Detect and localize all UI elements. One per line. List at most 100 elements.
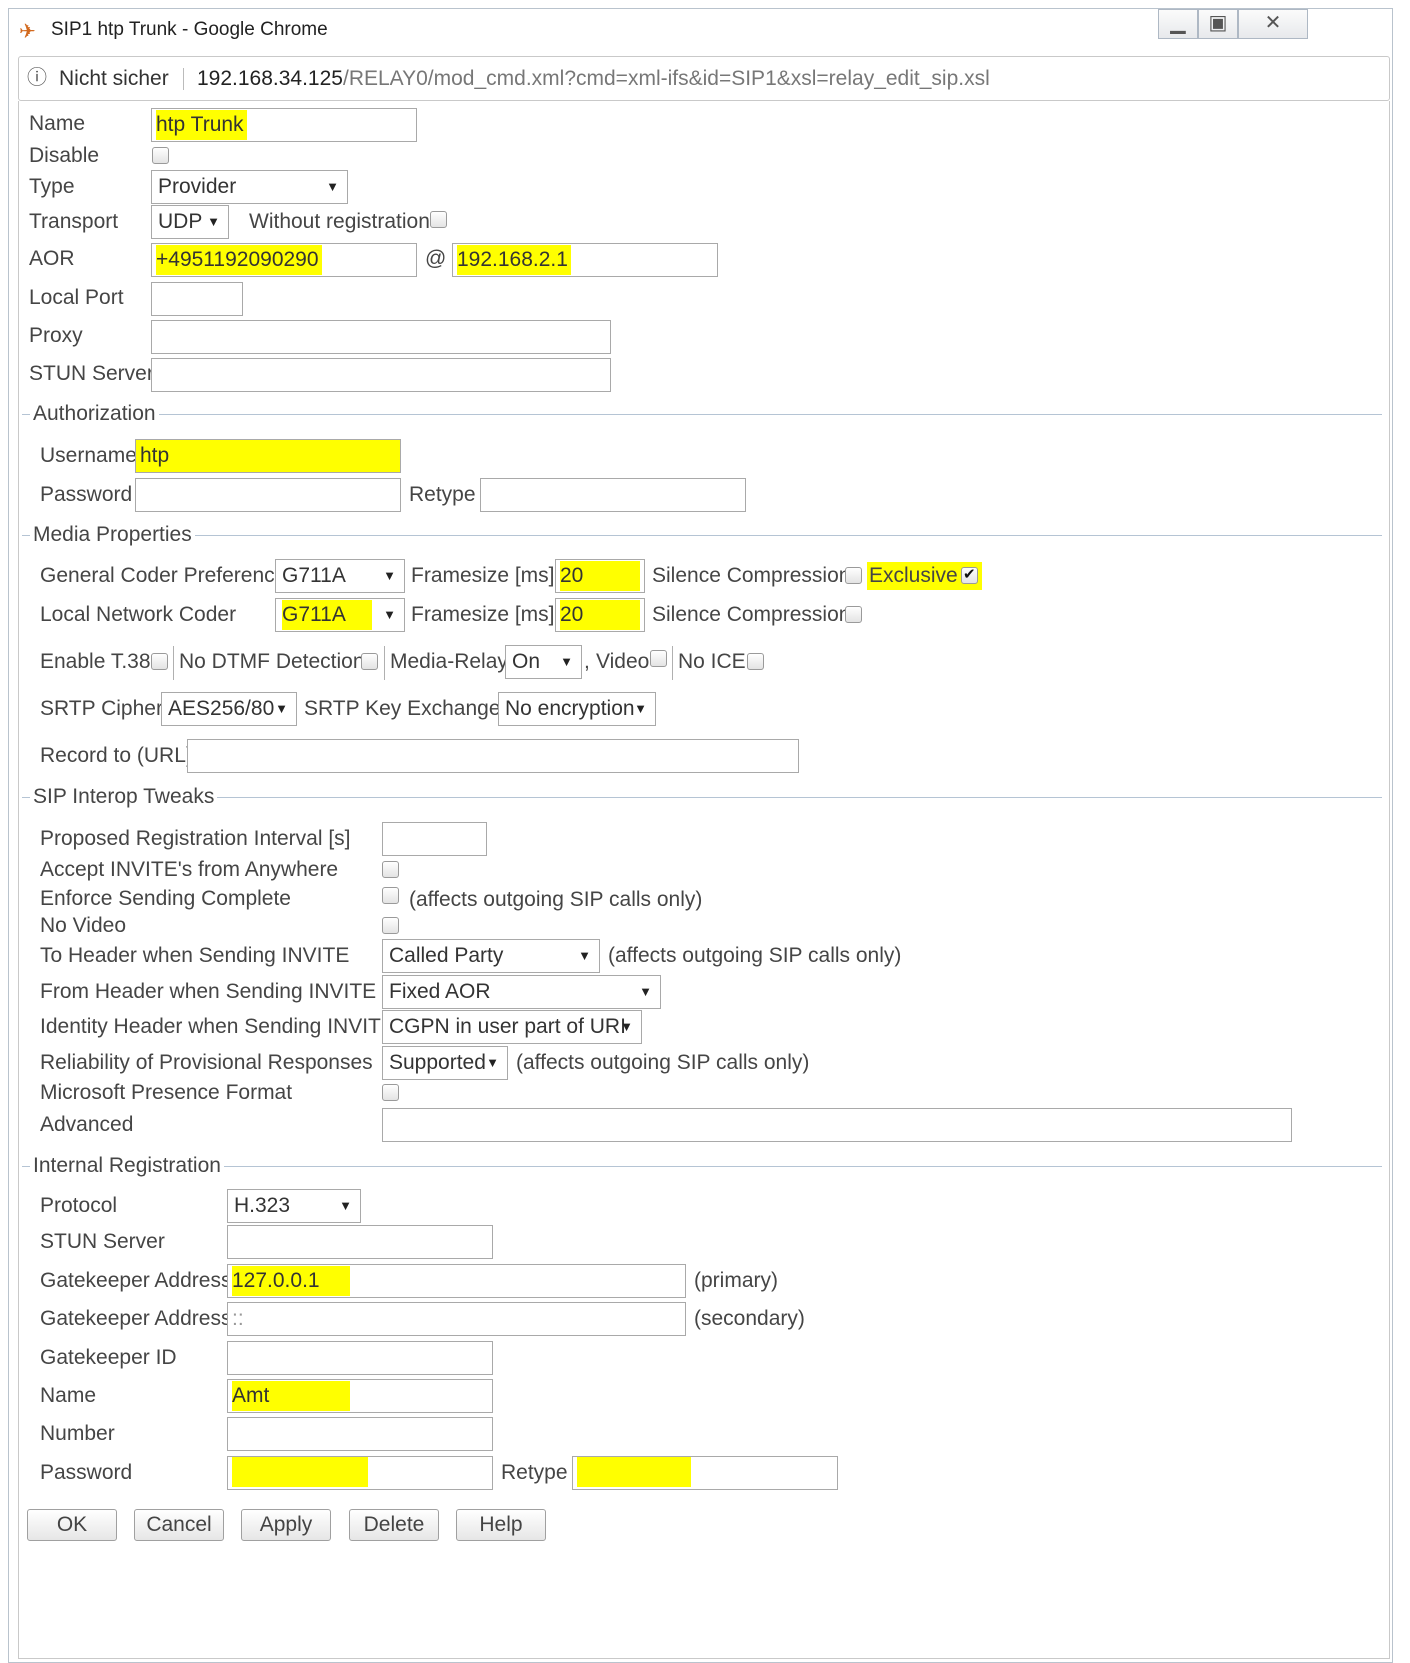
local-coder-label: Local Network Coder bbox=[40, 603, 237, 626]
no-ice-checkbox[interactable] bbox=[747, 653, 764, 670]
username-input[interactable]: htp bbox=[135, 439, 401, 473]
media-relay-select[interactable]: On ▼ bbox=[505, 645, 582, 679]
ok-button[interactable]: OK bbox=[27, 1509, 117, 1541]
from-header-select[interactable]: Fixed AOR ▼ bbox=[382, 975, 661, 1009]
url-path: /RELAY0/mod_cmd.xml?cmd=xml-ifs&id=SIP1&… bbox=[342, 67, 990, 90]
srtp-key-value: No encryption bbox=[505, 697, 635, 720]
identity-header-select[interactable]: CGPN in user part of URI ▼ bbox=[382, 1010, 642, 1044]
chevron-down-icon: ▼ bbox=[634, 701, 647, 716]
ir-name-input[interactable]: Amt bbox=[227, 1379, 493, 1413]
retype-input[interactable] bbox=[480, 478, 746, 512]
local-framesize-input[interactable]: 20 bbox=[555, 598, 645, 632]
media-legend: Media Properties bbox=[30, 523, 195, 547]
disable-label: Disable bbox=[29, 144, 100, 167]
stun-server-input[interactable] bbox=[151, 358, 611, 392]
chevron-down-icon: ▼ bbox=[560, 654, 573, 669]
proxy-input[interactable] bbox=[151, 320, 611, 354]
without-registration-label: Without registration bbox=[249, 210, 430, 233]
type-label: Type bbox=[29, 175, 75, 198]
no-video-checkbox[interactable] bbox=[382, 917, 399, 934]
reliability-note: (affects outgoing SIP calls only) bbox=[516, 1051, 810, 1074]
aor-host-value: 192.168.2.1 bbox=[457, 245, 571, 275]
accept-invite-label: Accept INVITE's from Anywhere bbox=[40, 858, 339, 881]
chevron-down-icon: ▼ bbox=[578, 948, 591, 963]
aor-user-input[interactable]: +4951192090290 bbox=[151, 243, 417, 277]
t38-checkbox[interactable] bbox=[151, 653, 168, 670]
at-sign: @ bbox=[425, 247, 447, 270]
info-icon[interactable]: ⓘ bbox=[27, 57, 47, 100]
username-value: htp bbox=[140, 444, 170, 467]
general-silence-checkbox[interactable] bbox=[845, 567, 862, 584]
interop-legend: SIP Interop Tweaks bbox=[30, 785, 218, 809]
ir-retype-highlight bbox=[577, 1457, 691, 1487]
help-button[interactable]: Help bbox=[456, 1509, 546, 1541]
url-text[interactable]: 192.168.34.125/RELAY0/mod_cmd.xml?cmd=xm… bbox=[197, 57, 990, 100]
chevron-down-icon: ▼ bbox=[486, 1055, 499, 1070]
type-value: Provider bbox=[158, 175, 237, 198]
to-header-label: To Header when Sending INVITE bbox=[40, 944, 350, 967]
reg-interval-label: Proposed Registration Interval [s] bbox=[40, 827, 351, 850]
maximize-button[interactable]: ▣ bbox=[1198, 9, 1238, 39]
reliability-select[interactable]: Supported ▼ bbox=[382, 1046, 508, 1080]
enforce-note: (affects outgoing SIP calls only) bbox=[409, 888, 703, 911]
app-icon: ✈ bbox=[19, 21, 36, 43]
enforce-checkbox[interactable] bbox=[382, 887, 399, 904]
disable-checkbox[interactable] bbox=[152, 147, 169, 164]
gk-id-input[interactable] bbox=[227, 1341, 493, 1375]
security-label[interactable]: Nicht sicher bbox=[59, 57, 169, 100]
cancel-button[interactable]: Cancel bbox=[134, 1509, 224, 1541]
reliability-value: Supported bbox=[389, 1051, 486, 1074]
chevron-down-icon: ▼ bbox=[275, 701, 288, 716]
gk-primary-value: 127.0.0.1 bbox=[232, 1266, 350, 1296]
general-framesize-input[interactable]: 20 bbox=[555, 559, 645, 593]
no-ice-label: No ICE bbox=[678, 650, 746, 673]
transport-select[interactable]: UDP ▼ bbox=[151, 205, 229, 239]
general-coder-select[interactable]: G711A ▼ bbox=[275, 559, 405, 593]
address-bar[interactable]: ⓘ Nicht sicher 192.168.34.125/RELAY0/mod… bbox=[18, 56, 1390, 101]
ir-password-input[interactable] bbox=[227, 1456, 493, 1490]
secondary-note: (secondary) bbox=[694, 1307, 805, 1330]
ms-presence-checkbox[interactable] bbox=[382, 1084, 399, 1101]
record-url-input[interactable] bbox=[187, 739, 799, 773]
gk-primary-input[interactable]: 127.0.0.1 bbox=[227, 1264, 686, 1298]
local-port-input[interactable] bbox=[151, 282, 243, 316]
delete-button[interactable]: Delete bbox=[349, 1509, 439, 1541]
number-input[interactable] bbox=[227, 1417, 493, 1451]
no-dtmf-checkbox[interactable] bbox=[361, 653, 378, 670]
apply-button[interactable]: Apply bbox=[241, 1509, 331, 1541]
local-coder-select[interactable]: G711A ▼ bbox=[275, 598, 405, 632]
identity-header-value: CGPN in user part of URI bbox=[389, 1015, 626, 1038]
general-framesize-value: 20 bbox=[560, 561, 640, 591]
local-silence-checkbox[interactable] bbox=[845, 606, 862, 623]
srtp-key-select[interactable]: No encryption ▼ bbox=[498, 692, 656, 726]
minimize-button[interactable]: ▁ bbox=[1158, 9, 1198, 39]
authorization-divider bbox=[22, 414, 1382, 416]
chevron-down-icon: ▼ bbox=[383, 568, 396, 583]
reliability-label: Reliability of Provisional Responses bbox=[40, 1051, 373, 1074]
aor-host-input[interactable]: 192.168.2.1 bbox=[452, 243, 718, 277]
reg-interval-input[interactable] bbox=[382, 822, 487, 856]
ir-retype-input[interactable] bbox=[572, 1456, 838, 1490]
accept-invite-checkbox[interactable] bbox=[382, 861, 399, 878]
type-select[interactable]: Provider ▼ bbox=[151, 170, 348, 204]
no-video-label: No Video bbox=[40, 914, 127, 937]
gk-secondary-input[interactable]: :: bbox=[227, 1302, 686, 1336]
advanced-label: Advanced bbox=[40, 1113, 134, 1136]
name-input[interactable]: htp Trunk bbox=[151, 108, 417, 142]
video-checkbox[interactable] bbox=[650, 650, 667, 667]
aor-label: AOR bbox=[29, 247, 75, 270]
password-input[interactable] bbox=[135, 478, 401, 512]
interop-divider bbox=[22, 797, 1382, 799]
ir-stun-input[interactable] bbox=[227, 1225, 493, 1259]
without-registration-checkbox[interactable] bbox=[430, 211, 447, 228]
gk-id-label: Gatekeeper ID bbox=[40, 1346, 177, 1369]
protocol-select[interactable]: H.323 ▼ bbox=[227, 1189, 361, 1223]
exclusive-checkbox[interactable] bbox=[961, 565, 978, 584]
separator bbox=[173, 646, 174, 680]
advanced-input[interactable] bbox=[382, 1108, 1292, 1142]
ir-stun-label: STUN Server bbox=[40, 1230, 165, 1253]
srtp-cipher-select[interactable]: AES256/80 ▼ bbox=[161, 692, 297, 726]
to-header-select[interactable]: Called Party ▼ bbox=[382, 939, 600, 973]
close-button[interactable]: ✕ bbox=[1238, 9, 1308, 39]
from-header-value: Fixed AOR bbox=[389, 980, 491, 1003]
